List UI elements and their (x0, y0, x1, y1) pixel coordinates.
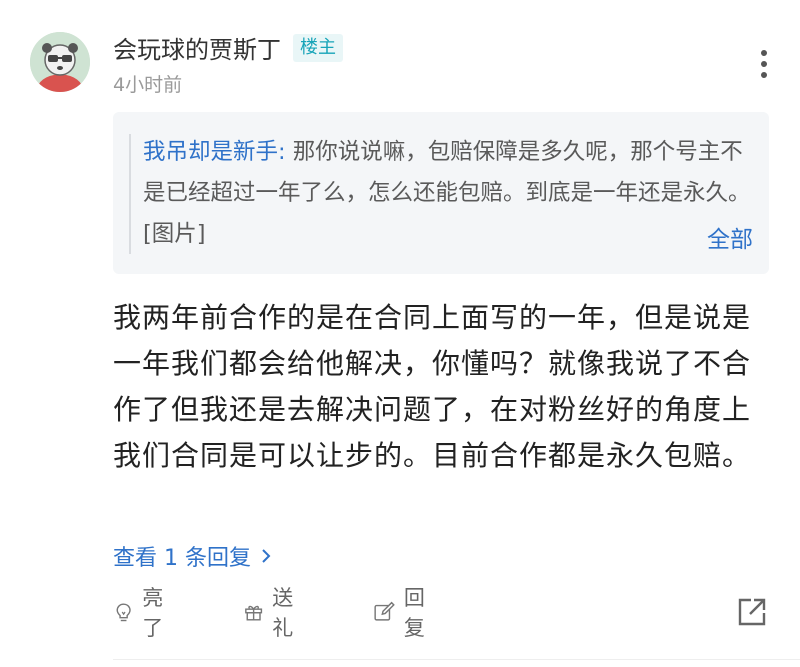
gift-icon (245, 605, 263, 621)
reply-button[interactable]: 回复 (373, 586, 434, 640)
reply-label: 回复 (403, 586, 425, 640)
like-button[interactable]: 亮了 (113, 586, 172, 640)
comment-body: 我两年前合作的是在合同上面写的一年，但是说是一年我们都会给他解决，你懂吗？就像我… (113, 301, 752, 472)
avatar[interactable] (30, 32, 90, 92)
gift-button[interactable]: 送礼 (243, 586, 302, 640)
author-row: 会玩球的贾斯丁 楼主 (113, 30, 343, 65)
like-label: 亮了 (142, 586, 164, 640)
chevron-right-icon (262, 549, 271, 563)
op-badge: 楼主 (293, 33, 343, 62)
share-icon[interactable] (732, 592, 772, 632)
quote-username[interactable]: 我吊却是新手: (143, 139, 286, 165)
quote-text-block: 我吊却是新手: 那你说说嘛，包赔保障是多久呢，那个号主不是已经超过一年了么，怎么… (143, 132, 758, 255)
author-name[interactable]: 会玩球的贾斯丁 (113, 30, 281, 65)
quote-bar (129, 134, 131, 254)
gift-label: 送礼 (272, 586, 294, 640)
lightbulb-icon (116, 603, 131, 622)
edit-icon (374, 601, 395, 621)
divider (113, 659, 800, 660)
view-replies-label: 查看 1 条回复 (113, 546, 251, 571)
view-replies-link[interactable]: 查看 1 条回复 (113, 540, 275, 572)
expand-quote-link[interactable]: 全部 (697, 220, 753, 254)
avatar-image (30, 32, 90, 92)
post-time: 4小时前 (113, 74, 183, 96)
quoted-comment[interactable]: 我吊却是新手: 那你说说嘛，包赔保障是多久呢，那个号主不是已经超过一年了么，怎么… (113, 112, 769, 274)
more-vertical-icon[interactable] (752, 44, 776, 84)
